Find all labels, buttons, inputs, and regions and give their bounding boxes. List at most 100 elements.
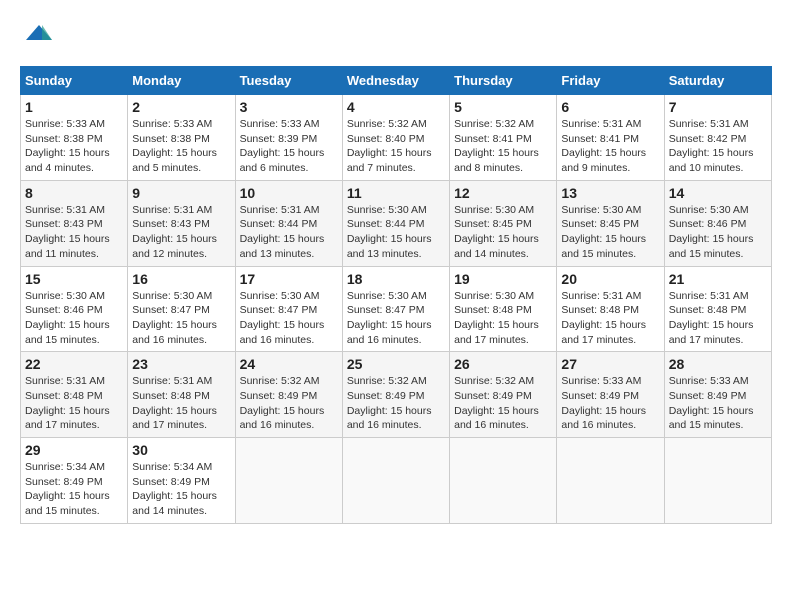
logo <box>20 20 54 56</box>
calendar-cell: 16 Sunrise: 5:30 AM Sunset: 8:47 PM Dayl… <box>128 266 235 352</box>
calendar-cell: 30 Sunrise: 5:34 AM Sunset: 8:49 PM Dayl… <box>128 438 235 524</box>
day-number: 9 <box>132 185 230 201</box>
calendar-cell: 28 Sunrise: 5:33 AM Sunset: 8:49 PM Dayl… <box>664 352 771 438</box>
calendar-cell: 13 Sunrise: 5:30 AM Sunset: 8:45 PM Dayl… <box>557 180 664 266</box>
day-number: 27 <box>561 356 659 372</box>
day-detail: Sunrise: 5:33 AM Sunset: 8:38 PM Dayligh… <box>132 117 230 176</box>
day-number: 5 <box>454 99 552 115</box>
day-detail: Sunrise: 5:33 AM Sunset: 8:39 PM Dayligh… <box>240 117 338 176</box>
day-detail: Sunrise: 5:31 AM Sunset: 8:43 PM Dayligh… <box>132 203 230 262</box>
day-detail: Sunrise: 5:30 AM Sunset: 8:47 PM Dayligh… <box>240 289 338 348</box>
calendar-week-1: 1 Sunrise: 5:33 AM Sunset: 8:38 PM Dayli… <box>21 95 772 181</box>
day-number: 10 <box>240 185 338 201</box>
day-number: 16 <box>132 271 230 287</box>
day-detail: Sunrise: 5:31 AM Sunset: 8:48 PM Dayligh… <box>132 374 230 433</box>
day-header-tuesday: Tuesday <box>235 67 342 95</box>
calendar-cell: 9 Sunrise: 5:31 AM Sunset: 8:43 PM Dayli… <box>128 180 235 266</box>
page-header <box>20 20 772 56</box>
day-number: 15 <box>25 271 123 287</box>
day-number: 30 <box>132 442 230 458</box>
day-detail: Sunrise: 5:32 AM Sunset: 8:49 PM Dayligh… <box>347 374 445 433</box>
calendar-cell: 21 Sunrise: 5:31 AM Sunset: 8:48 PM Dayl… <box>664 266 771 352</box>
day-number: 1 <box>25 99 123 115</box>
day-detail: Sunrise: 5:30 AM Sunset: 8:45 PM Dayligh… <box>561 203 659 262</box>
day-detail: Sunrise: 5:30 AM Sunset: 8:45 PM Dayligh… <box>454 203 552 262</box>
day-detail: Sunrise: 5:32 AM Sunset: 8:49 PM Dayligh… <box>454 374 552 433</box>
calendar-week-2: 8 Sunrise: 5:31 AM Sunset: 8:43 PM Dayli… <box>21 180 772 266</box>
day-number: 20 <box>561 271 659 287</box>
day-number: 6 <box>561 99 659 115</box>
day-detail: Sunrise: 5:32 AM Sunset: 8:41 PM Dayligh… <box>454 117 552 176</box>
day-detail: Sunrise: 5:30 AM Sunset: 8:47 PM Dayligh… <box>347 289 445 348</box>
day-detail: Sunrise: 5:31 AM Sunset: 8:48 PM Dayligh… <box>669 289 767 348</box>
calendar-cell: 18 Sunrise: 5:30 AM Sunset: 8:47 PM Dayl… <box>342 266 449 352</box>
day-detail: Sunrise: 5:31 AM Sunset: 8:42 PM Dayligh… <box>669 117 767 176</box>
day-detail: Sunrise: 5:34 AM Sunset: 8:49 PM Dayligh… <box>25 460 123 519</box>
day-header-friday: Friday <box>557 67 664 95</box>
calendar-cell: 24 Sunrise: 5:32 AM Sunset: 8:49 PM Dayl… <box>235 352 342 438</box>
day-header-thursday: Thursday <box>450 67 557 95</box>
day-header-wednesday: Wednesday <box>342 67 449 95</box>
calendar-cell: 8 Sunrise: 5:31 AM Sunset: 8:43 PM Dayli… <box>21 180 128 266</box>
calendar-cell <box>664 438 771 524</box>
calendar-cell: 29 Sunrise: 5:34 AM Sunset: 8:49 PM Dayl… <box>21 438 128 524</box>
calendar-cell: 27 Sunrise: 5:33 AM Sunset: 8:49 PM Dayl… <box>557 352 664 438</box>
day-detail: Sunrise: 5:30 AM Sunset: 8:44 PM Dayligh… <box>347 203 445 262</box>
calendar-cell: 14 Sunrise: 5:30 AM Sunset: 8:46 PM Dayl… <box>664 180 771 266</box>
day-number: 7 <box>669 99 767 115</box>
day-number: 4 <box>347 99 445 115</box>
day-detail: Sunrise: 5:33 AM Sunset: 8:38 PM Dayligh… <box>25 117 123 176</box>
calendar-cell: 12 Sunrise: 5:30 AM Sunset: 8:45 PM Dayl… <box>450 180 557 266</box>
calendar-cell: 19 Sunrise: 5:30 AM Sunset: 8:48 PM Dayl… <box>450 266 557 352</box>
day-detail: Sunrise: 5:34 AM Sunset: 8:49 PM Dayligh… <box>132 460 230 519</box>
day-number: 11 <box>347 185 445 201</box>
day-number: 8 <box>25 185 123 201</box>
day-detail: Sunrise: 5:31 AM Sunset: 8:44 PM Dayligh… <box>240 203 338 262</box>
calendar-table: SundayMondayTuesdayWednesdayThursdayFrid… <box>20 66 772 524</box>
calendar-cell: 6 Sunrise: 5:31 AM Sunset: 8:41 PM Dayli… <box>557 95 664 181</box>
day-number: 24 <box>240 356 338 372</box>
day-detail: Sunrise: 5:31 AM Sunset: 8:48 PM Dayligh… <box>561 289 659 348</box>
calendar-week-4: 22 Sunrise: 5:31 AM Sunset: 8:48 PM Dayl… <box>21 352 772 438</box>
day-detail: Sunrise: 5:31 AM Sunset: 8:48 PM Dayligh… <box>25 374 123 433</box>
calendar-cell <box>557 438 664 524</box>
day-number: 13 <box>561 185 659 201</box>
day-number: 28 <box>669 356 767 372</box>
calendar-header-row: SundayMondayTuesdayWednesdayThursdayFrid… <box>21 67 772 95</box>
calendar-cell: 5 Sunrise: 5:32 AM Sunset: 8:41 PM Dayli… <box>450 95 557 181</box>
logo-text <box>20 20 54 56</box>
day-detail: Sunrise: 5:30 AM Sunset: 8:47 PM Dayligh… <box>132 289 230 348</box>
day-number: 12 <box>454 185 552 201</box>
calendar-cell: 22 Sunrise: 5:31 AM Sunset: 8:48 PM Dayl… <box>21 352 128 438</box>
day-number: 17 <box>240 271 338 287</box>
day-detail: Sunrise: 5:31 AM Sunset: 8:43 PM Dayligh… <box>25 203 123 262</box>
calendar-cell <box>450 438 557 524</box>
calendar-week-3: 15 Sunrise: 5:30 AM Sunset: 8:46 PM Dayl… <box>21 266 772 352</box>
calendar-cell: 1 Sunrise: 5:33 AM Sunset: 8:38 PM Dayli… <box>21 95 128 181</box>
day-detail: Sunrise: 5:30 AM Sunset: 8:48 PM Dayligh… <box>454 289 552 348</box>
calendar-cell <box>342 438 449 524</box>
day-detail: Sunrise: 5:33 AM Sunset: 8:49 PM Dayligh… <box>669 374 767 433</box>
day-number: 2 <box>132 99 230 115</box>
day-detail: Sunrise: 5:30 AM Sunset: 8:46 PM Dayligh… <box>669 203 767 262</box>
day-number: 14 <box>669 185 767 201</box>
day-detail: Sunrise: 5:32 AM Sunset: 8:49 PM Dayligh… <box>240 374 338 433</box>
calendar-cell: 7 Sunrise: 5:31 AM Sunset: 8:42 PM Dayli… <box>664 95 771 181</box>
day-number: 22 <box>25 356 123 372</box>
calendar-cell: 26 Sunrise: 5:32 AM Sunset: 8:49 PM Dayl… <box>450 352 557 438</box>
calendar-cell: 20 Sunrise: 5:31 AM Sunset: 8:48 PM Dayl… <box>557 266 664 352</box>
day-number: 29 <box>25 442 123 458</box>
day-header-monday: Monday <box>128 67 235 95</box>
calendar-cell: 23 Sunrise: 5:31 AM Sunset: 8:48 PM Dayl… <box>128 352 235 438</box>
calendar-cell: 15 Sunrise: 5:30 AM Sunset: 8:46 PM Dayl… <box>21 266 128 352</box>
day-detail: Sunrise: 5:33 AM Sunset: 8:49 PM Dayligh… <box>561 374 659 433</box>
day-number: 19 <box>454 271 552 287</box>
calendar-cell: 25 Sunrise: 5:32 AM Sunset: 8:49 PM Dayl… <box>342 352 449 438</box>
day-detail: Sunrise: 5:31 AM Sunset: 8:41 PM Dayligh… <box>561 117 659 176</box>
day-header-sunday: Sunday <box>21 67 128 95</box>
calendar-week-5: 29 Sunrise: 5:34 AM Sunset: 8:49 PM Dayl… <box>21 438 772 524</box>
day-detail: Sunrise: 5:30 AM Sunset: 8:46 PM Dayligh… <box>25 289 123 348</box>
calendar-cell: 3 Sunrise: 5:33 AM Sunset: 8:39 PM Dayli… <box>235 95 342 181</box>
day-detail: Sunrise: 5:32 AM Sunset: 8:40 PM Dayligh… <box>347 117 445 176</box>
day-number: 25 <box>347 356 445 372</box>
